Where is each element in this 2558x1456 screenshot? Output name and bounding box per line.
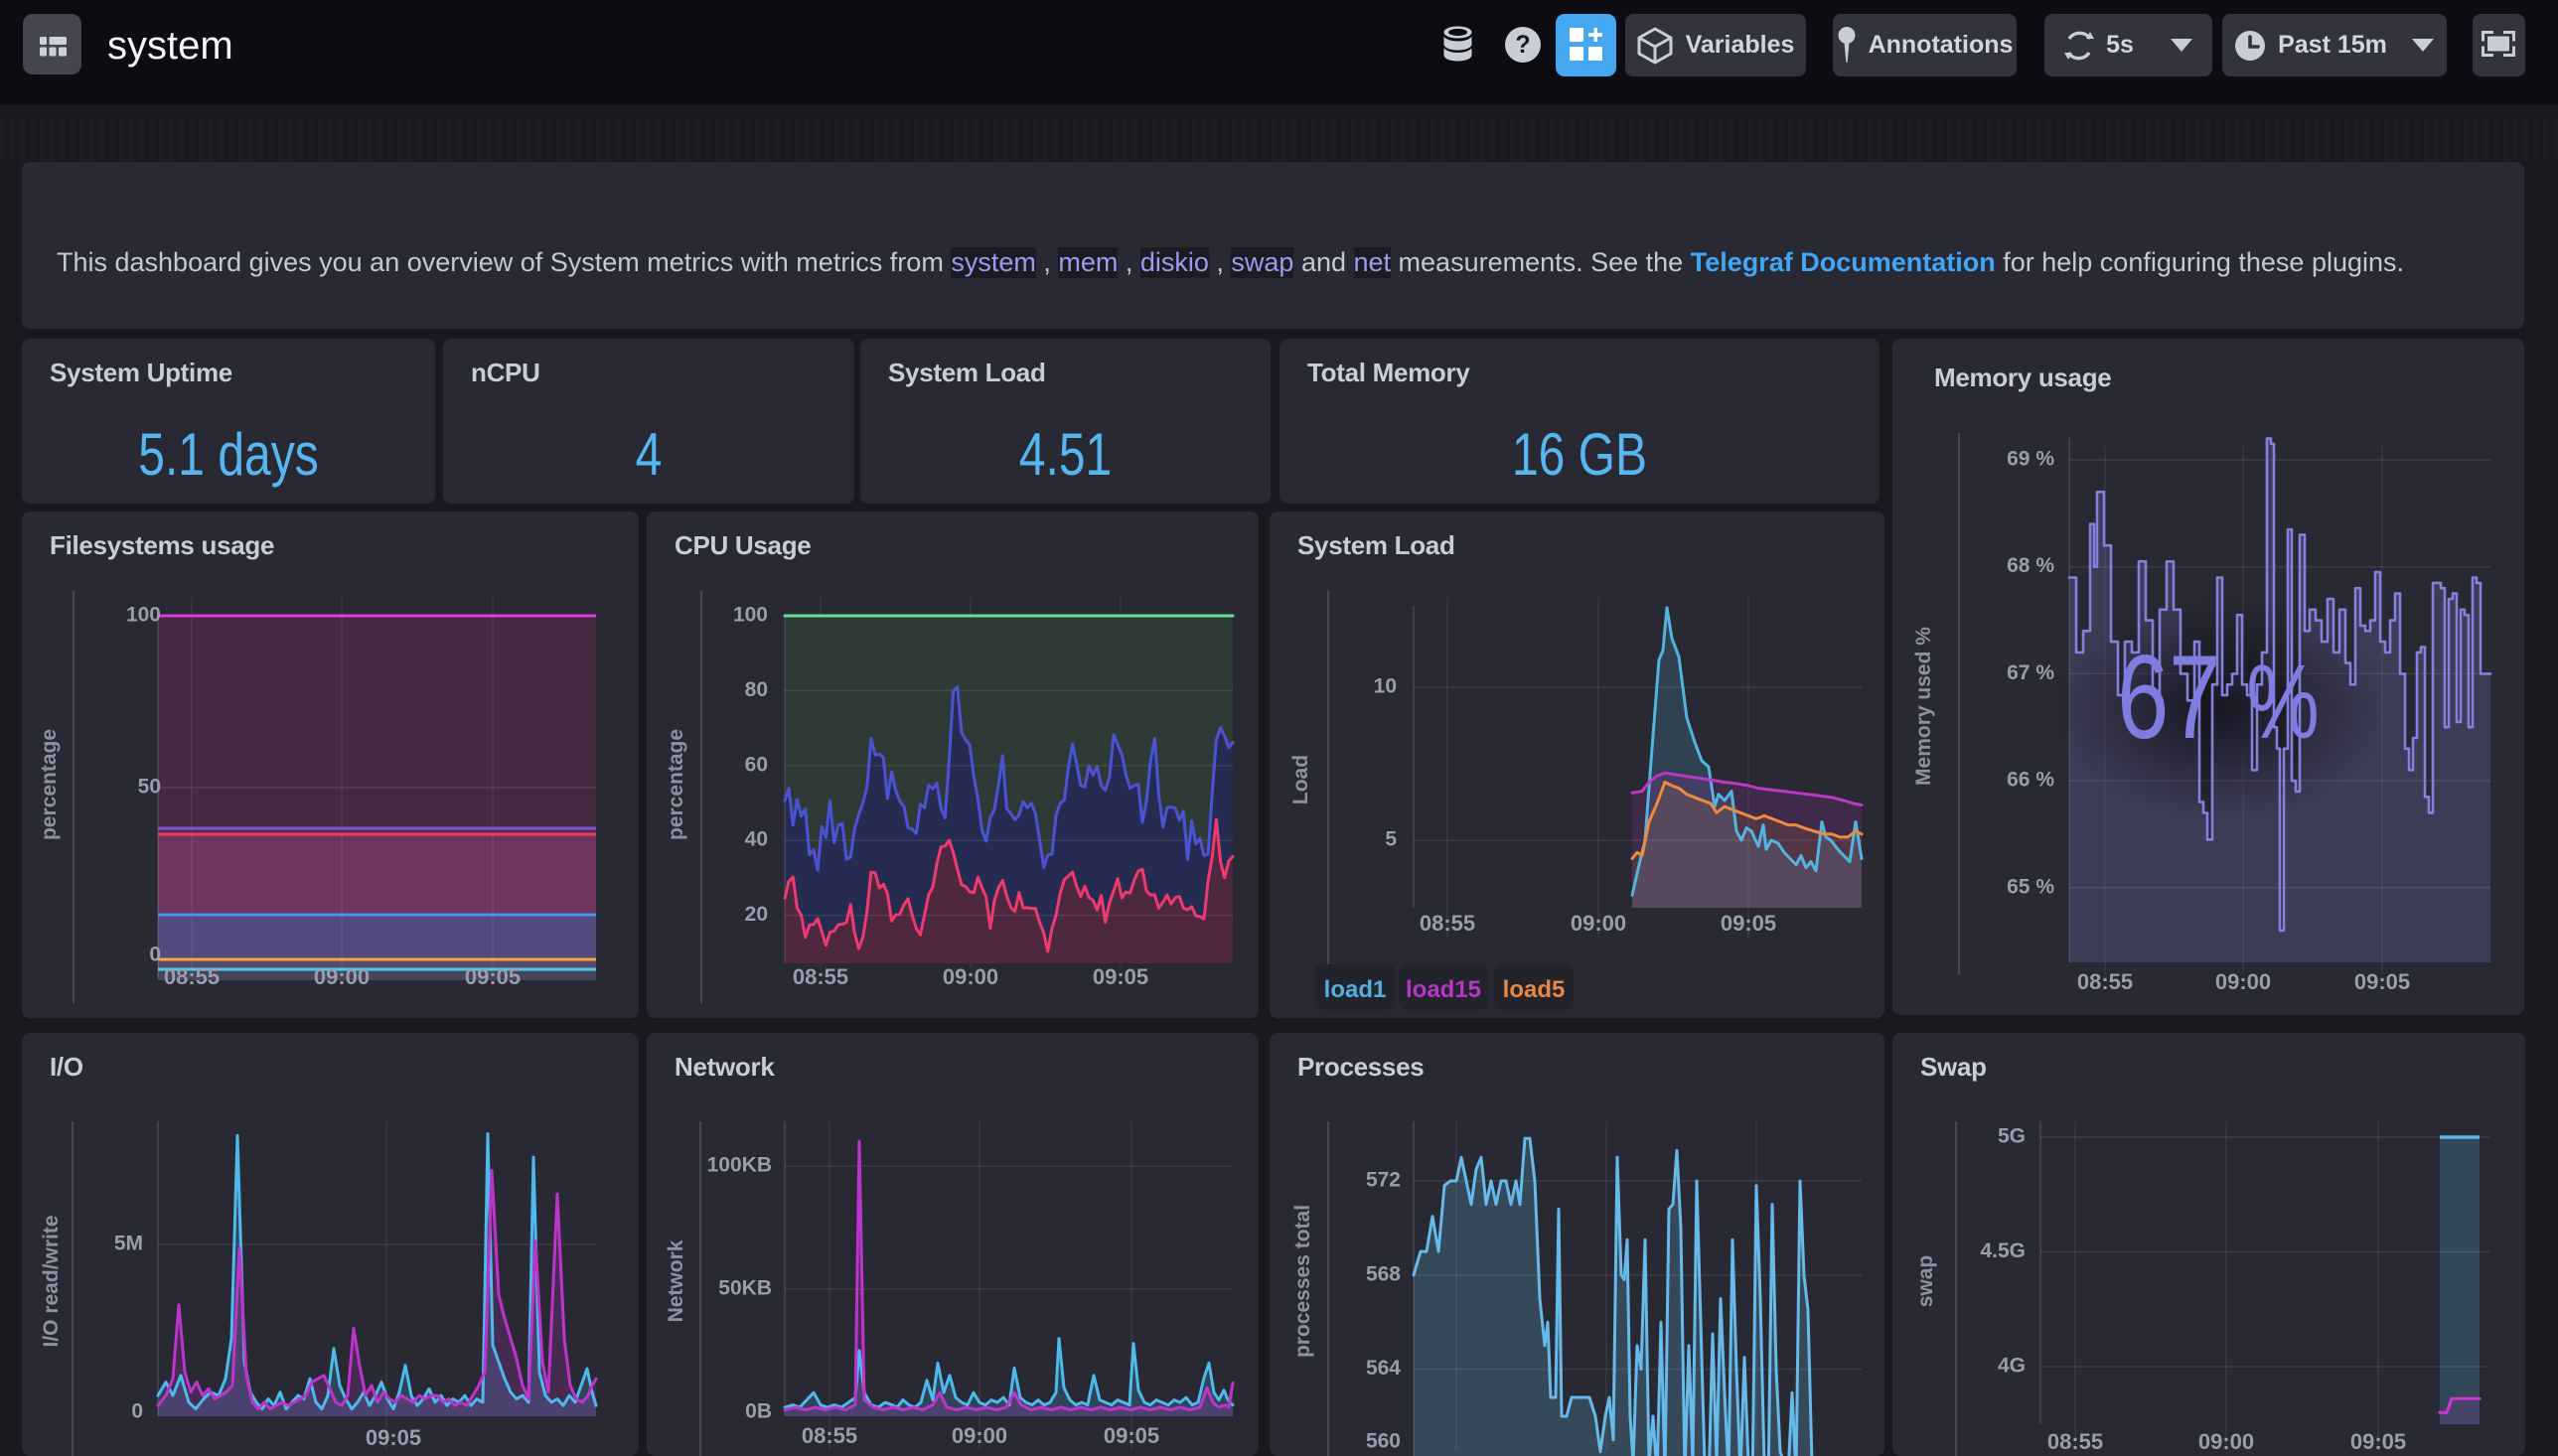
svg-text:I/O read/write: I/O read/write (40, 1215, 63, 1347)
svg-text:09:00: 09:00 (952, 1423, 1007, 1448)
svg-text:10: 10 (1374, 675, 1397, 698)
svg-text:Network: Network (665, 1239, 687, 1322)
svg-text:67 %: 67 % (2007, 661, 2054, 684)
svg-text:processes total: processes total (1291, 1205, 1314, 1358)
svg-text:08:55: 08:55 (1420, 911, 1475, 936)
svg-text:09:05: 09:05 (1093, 964, 1148, 989)
svg-text:50: 50 (138, 776, 161, 799)
svg-text:68 %: 68 % (2007, 554, 2054, 577)
svg-text:load1: load1 (1324, 976, 1387, 1003)
svg-text:09:05: 09:05 (2350, 1429, 2406, 1454)
svg-text:09:00: 09:00 (2215, 969, 2271, 994)
svg-text:67 %: 67 % (2117, 631, 2320, 764)
svg-text:5M: 5M (114, 1233, 143, 1255)
svg-text:08:55: 08:55 (793, 964, 848, 989)
svg-text:Load: Load (1289, 755, 1312, 804)
svg-text:percentage: percentage (665, 729, 687, 840)
svg-text:80: 80 (745, 678, 768, 701)
svg-text:20: 20 (745, 903, 768, 926)
svg-text:09:00: 09:00 (2198, 1429, 2254, 1454)
svg-text:564: 564 (1366, 1357, 1401, 1380)
svg-text:08:55: 08:55 (2047, 1429, 2103, 1454)
svg-text:60: 60 (745, 753, 768, 776)
svg-text:09:00: 09:00 (1571, 911, 1626, 936)
svg-text:08:55: 08:55 (802, 1423, 857, 1448)
svg-text:percentage: percentage (38, 729, 61, 840)
svg-text:66 %: 66 % (2007, 769, 2054, 792)
svg-text:560: 560 (1366, 1430, 1401, 1453)
svg-text:4G: 4G (1998, 1355, 2026, 1378)
svg-text:100: 100 (126, 604, 161, 627)
svg-text:5: 5 (1385, 828, 1397, 851)
svg-text:09:05: 09:05 (366, 1425, 421, 1450)
svg-text:swap: swap (1914, 1255, 1937, 1308)
svg-text:08:55: 08:55 (2077, 969, 2133, 994)
svg-text:572: 572 (1366, 1169, 1401, 1192)
svg-text:40: 40 (745, 828, 768, 851)
svg-text:65 %: 65 % (2007, 875, 2054, 898)
svg-text:568: 568 (1366, 1262, 1401, 1285)
svg-text:09:00: 09:00 (314, 964, 370, 989)
svg-text:09:00: 09:00 (943, 964, 998, 989)
svg-text:100: 100 (733, 604, 768, 627)
svg-text:100KB: 100KB (707, 1154, 772, 1177)
svg-text:load15: load15 (1406, 976, 1481, 1003)
svg-text:5G: 5G (1998, 1125, 2026, 1148)
svg-text:69 %: 69 % (2007, 448, 2054, 471)
svg-text:0: 0 (149, 944, 161, 966)
svg-text:4.5G: 4.5G (1980, 1239, 2026, 1262)
svg-text:09:05: 09:05 (1104, 1423, 1159, 1448)
svg-text:0B: 0B (745, 1400, 772, 1423)
svg-text:09:05: 09:05 (2354, 969, 2410, 994)
svg-text:0: 0 (131, 1400, 143, 1423)
svg-text:09:05: 09:05 (1721, 911, 1776, 936)
svg-text:50KB: 50KB (718, 1277, 772, 1300)
svg-text:09:05: 09:05 (465, 964, 521, 989)
svg-text:08:55: 08:55 (164, 964, 220, 989)
svg-text:Memory used %: Memory used % (1912, 627, 1935, 786)
svg-text:load5: load5 (1503, 976, 1566, 1003)
